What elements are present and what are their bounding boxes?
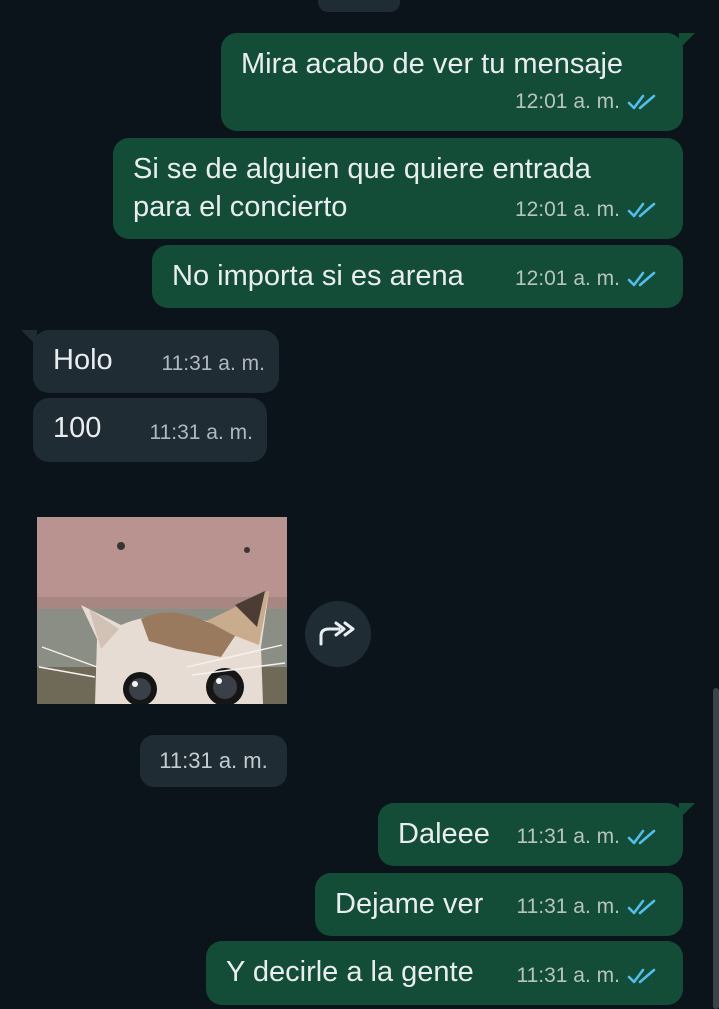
chat-thread[interactable]: Mira acabo de ver tu mensaje 12:01 a. m.… [0,0,719,1009]
bubble-tail [679,803,695,819]
message-meta: 12:01 a. m. [515,83,657,121]
message-time: 11:31 a. m. [161,352,265,375]
message-meta: 11:31 a. m. [149,414,253,452]
scrollbar[interactable] [713,688,719,1009]
kitten-image-icon [37,517,287,704]
message-meta: 11:31 a. m. [161,345,265,383]
read-double-check-icon [627,271,656,287]
outgoing-message[interactable]: Y decirle a la gente 11:31 a. m. [206,941,683,1005]
outgoing-message[interactable]: Si se de alguien que quiere entrada para… [113,138,683,239]
message-time: 12:01 a. m. [514,198,620,221]
message-meta: 12:01 a. m. [515,260,657,298]
incoming-message[interactable]: 100 11:31 a. m. [33,398,267,462]
previous-message-stub [318,0,400,12]
bubble-tail [679,33,695,49]
incoming-message[interactable]: Holo 11:31 a. m. [21,330,279,393]
message-meta: 11:31 a. m. [516,888,657,926]
read-double-check-icon [627,202,656,218]
message-time: 12:01 a. m. [514,90,620,113]
read-double-check-icon [627,829,656,845]
kitten-photo[interactable] [37,517,287,704]
read-double-check-icon [627,94,656,110]
message-meta: 12:01 a. m. [515,191,657,229]
bubble-tail [21,330,37,346]
media-timestamp: 11:31 a. m. [140,735,287,787]
message-time: 11:31 a. m. [516,964,620,987]
outgoing-message[interactable]: Daleee 11:31 a. m. [378,803,695,866]
message-time: 12:01 a. m. [514,267,620,290]
message-text: Mira acabo de ver tu mensaje [241,48,624,80]
outgoing-message[interactable]: Mira acabo de ver tu mensaje 12:01 a. m. [221,33,695,131]
message-meta: 11:31 a. m. [516,957,657,995]
read-double-check-icon [627,968,656,984]
forward-button[interactable] [305,601,371,667]
message-time: 11:31 a. m. [516,895,620,918]
message-meta: 11:31 a. m. [516,818,657,856]
message-time: 11:31 a. m. [516,825,620,848]
read-double-check-icon [627,899,656,915]
forward-icon [319,621,355,646]
outgoing-message[interactable]: Dejame ver 11:31 a. m. [315,873,683,936]
outgoing-message[interactable]: No importa si es arena 12:01 a. m. [152,245,683,308]
message-time: 11:31 a. m. [149,421,253,444]
